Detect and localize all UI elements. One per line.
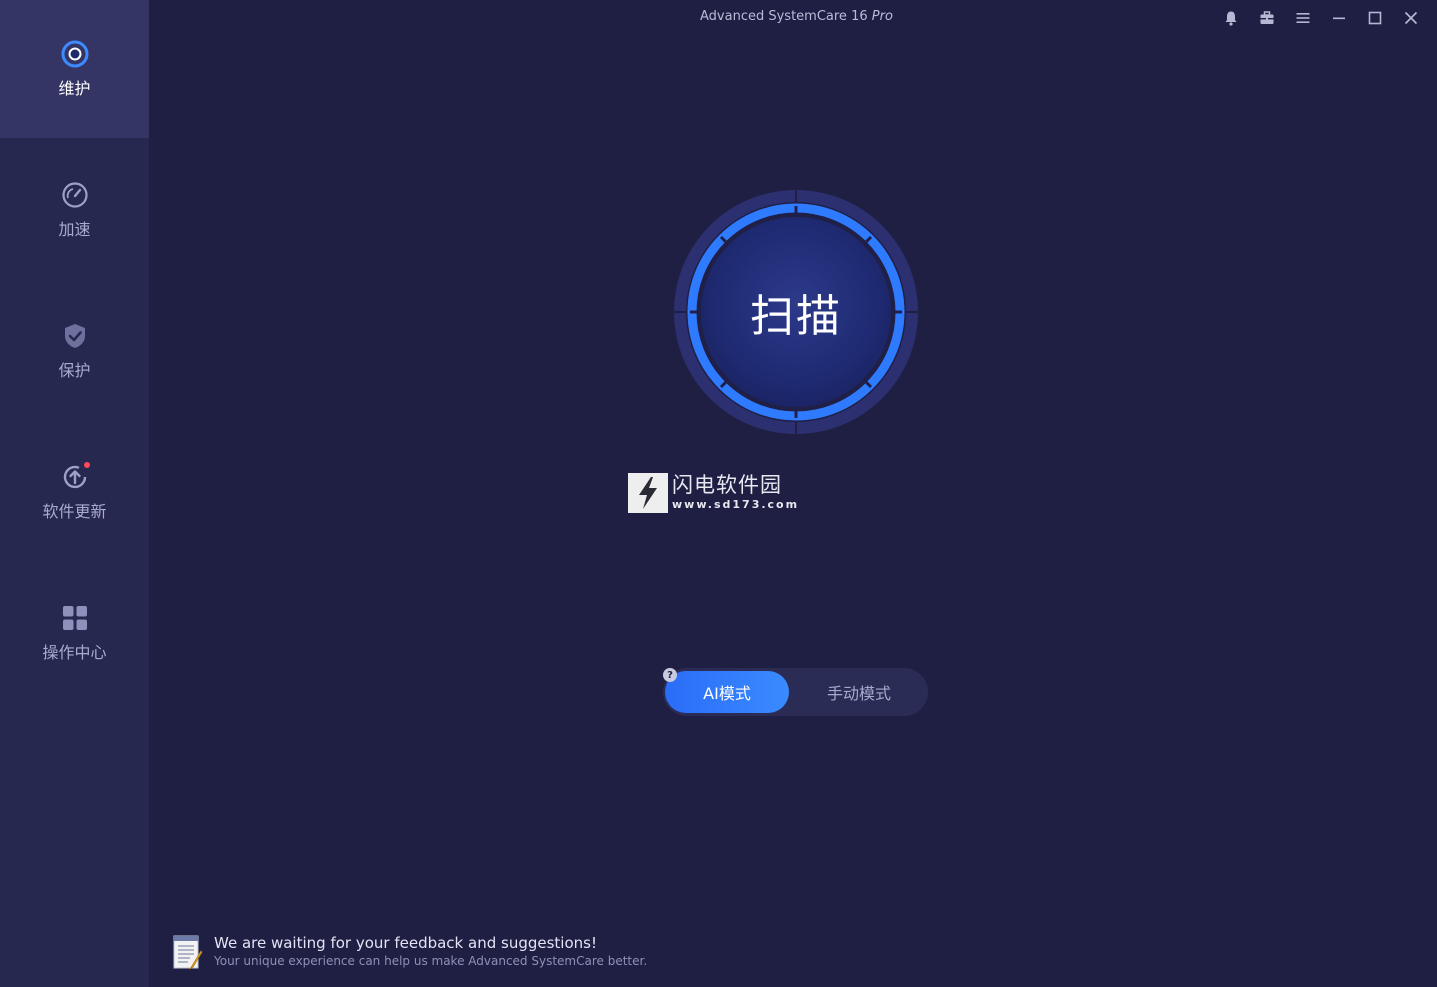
sidebar-item-action-center[interactable]: 操作中心 [0, 564, 149, 702]
toolbox-icon[interactable] [1249, 8, 1285, 28]
watermark-title: 闪电软件园 [672, 473, 782, 497]
shield-icon [60, 321, 90, 351]
sidebar-item-label: 加速 [58, 220, 91, 239]
mode-switch: AI模式 手动模式 [663, 668, 928, 716]
watermark-url: www.sd173.com [672, 498, 800, 511]
sidebar-item-protect[interactable]: 保护 [0, 282, 149, 420]
bell-icon[interactable] [1213, 8, 1249, 28]
sidebar-item-label: 软件更新 [42, 502, 107, 521]
update-icon [60, 462, 90, 492]
feedback-subtitle: Your unique experience can help us make … [214, 954, 648, 968]
watermark: 闪电软件园 www.sd173.com [628, 473, 799, 513]
sidebar-item-label: 维护 [58, 79, 91, 98]
notepad-icon [172, 933, 204, 971]
app-title: Advanced SystemCare 16 Pro [700, 9, 893, 24]
notification-badge [83, 462, 90, 468]
minimize-icon[interactable] [1321, 8, 1357, 28]
manual-mode-button[interactable]: 手动模式 [793, 671, 925, 713]
maximize-icon[interactable] [1357, 8, 1393, 28]
help-icon[interactable]: ? [663, 668, 677, 682]
scan-button[interactable]: 扫描 [672, 188, 920, 436]
sidebar-item-label: 操作中心 [42, 643, 107, 662]
app-version: 16 [851, 9, 868, 24]
app-name: Advanced SystemCare [700, 9, 847, 24]
sidebar-item-software-update[interactable]: 软件更新 [0, 423, 149, 561]
speedometer-icon [60, 180, 90, 210]
scan-button-label: 扫描 [750, 291, 842, 342]
feedback-title: We are waiting for your feedback and sug… [214, 934, 597, 952]
close-icon[interactable] [1393, 8, 1429, 28]
sidebar-item-maintenance[interactable]: 维护 [0, 0, 149, 138]
ai-mode-button[interactable]: AI模式 [665, 671, 789, 713]
menu-icon[interactable] [1285, 8, 1321, 28]
maintenance-icon [60, 39, 90, 69]
sidebar: 维护 加速 保护 软件更新 操作中心 [0, 0, 149, 987]
grid-icon [60, 603, 90, 633]
window-controls [1213, 8, 1429, 28]
feedback-link[interactable]: We are waiting for your feedback and sug… [172, 933, 647, 971]
sidebar-item-speedup[interactable]: 加速 [0, 141, 149, 279]
app-edition: Pro [871, 9, 893, 24]
sidebar-item-label: 保护 [58, 361, 91, 380]
lightning-logo-icon [628, 473, 668, 513]
